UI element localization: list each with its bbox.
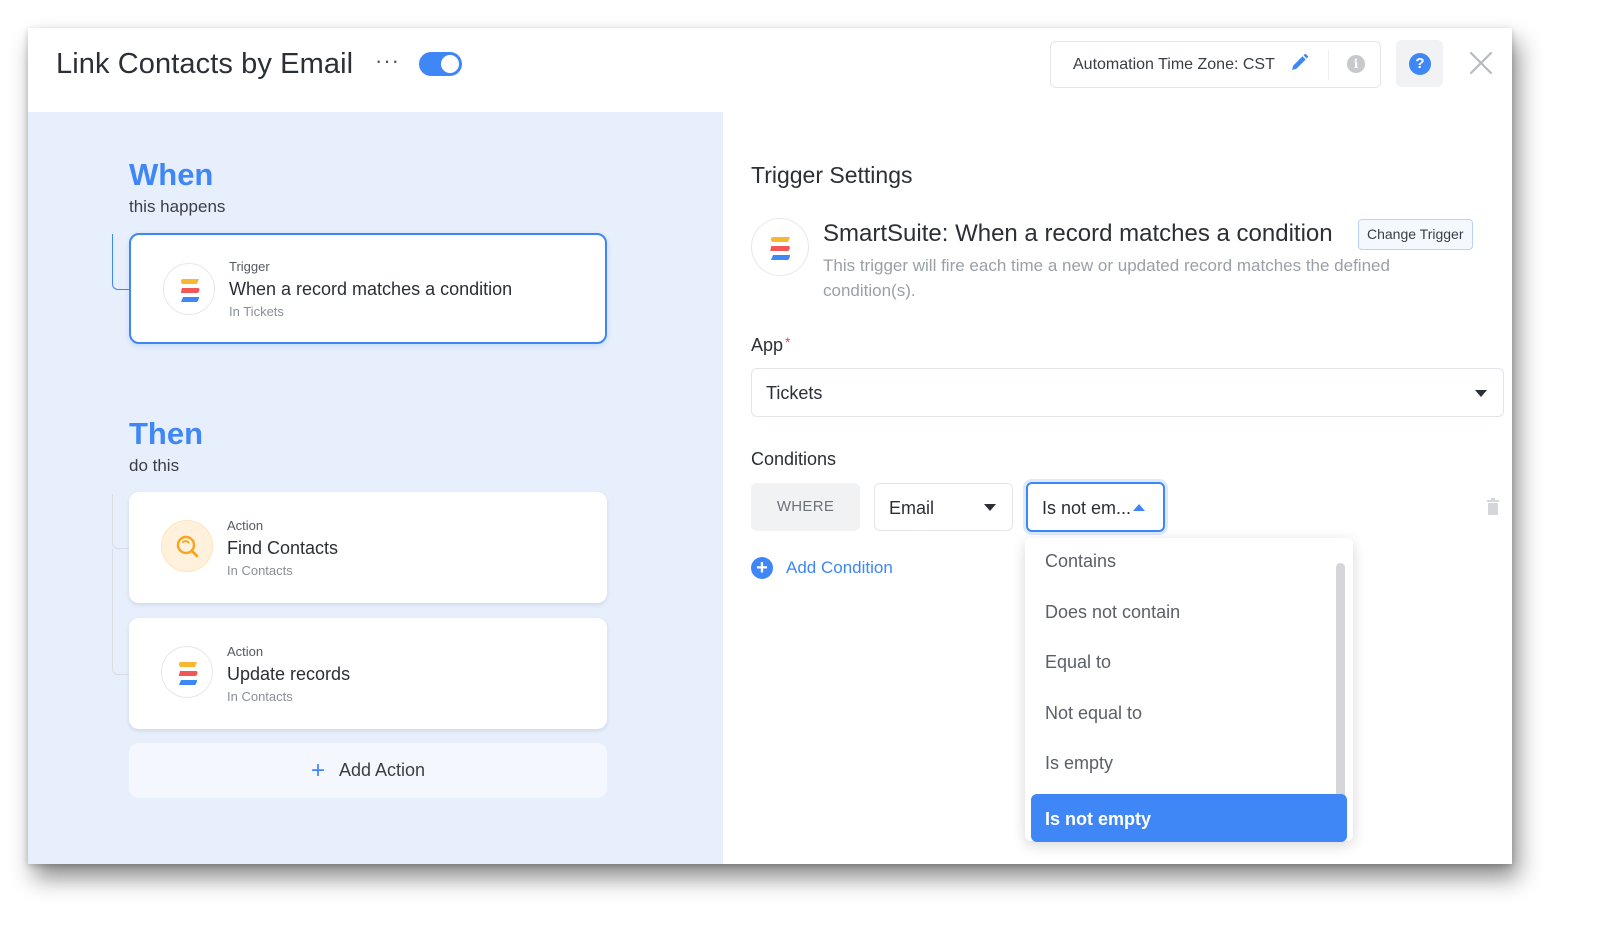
action-card[interactable]: Action Update records In Contacts bbox=[129, 618, 607, 729]
app-select-value: Tickets bbox=[766, 383, 823, 403]
plus-circle-icon: + bbox=[751, 557, 773, 579]
trigger-connector bbox=[112, 234, 130, 290]
divider bbox=[1328, 50, 1329, 80]
action-connector bbox=[112, 549, 130, 675]
card-name: Update records bbox=[227, 664, 351, 684]
dropdown-option-equal-to[interactable]: Equal to bbox=[1031, 642, 1347, 690]
info-icon[interactable]: i bbox=[1347, 55, 1365, 73]
add-condition-label: Add Condition bbox=[786, 558, 893, 577]
dropdown-option-is-empty[interactable]: Is empty bbox=[1031, 743, 1347, 791]
timezone-label: Automation Time Zone: CST bbox=[1073, 56, 1275, 73]
automation-enabled-toggle[interactable] bbox=[419, 52, 462, 76]
condition-field-select[interactable]: Email bbox=[874, 483, 1013, 531]
dropdown-option-not-equal-to[interactable]: Not equal to bbox=[1031, 693, 1347, 741]
card-location: In Contacts bbox=[227, 563, 293, 578]
smartsuite-logo-icon bbox=[161, 646, 213, 698]
trigger-headline: SmartSuite: When a record matches a cond… bbox=[823, 220, 1333, 248]
card-kind: Action bbox=[227, 644, 264, 659]
smartsuite-logo-icon bbox=[163, 263, 215, 315]
required-mark: * bbox=[785, 334, 791, 350]
automation-window: Link Contacts by Email ··· Automation Ti… bbox=[28, 28, 1512, 864]
dropdown-option-is-not-empty[interactable]: Is not empty bbox=[1031, 794, 1347, 842]
smartsuite-logo-icon bbox=[751, 218, 809, 276]
dropdown-option-contains[interactable]: Contains bbox=[1031, 541, 1347, 589]
pencil-icon[interactable] bbox=[1289, 53, 1309, 73]
condition-field-value: Email bbox=[889, 498, 935, 518]
app-label-text: App bbox=[751, 335, 784, 355]
when-heading: When bbox=[129, 157, 214, 192]
conditions-label: Conditions bbox=[751, 449, 837, 469]
add-action-button[interactable]: + Add Action bbox=[129, 743, 607, 798]
toggle-knob bbox=[441, 55, 459, 73]
condition-operator-value: Is not em... bbox=[1042, 498, 1132, 518]
card-name: Find Contacts bbox=[227, 538, 339, 558]
condition-operator-select[interactable]: Is not em... bbox=[1026, 482, 1165, 532]
add-action-label: Add Action bbox=[338, 760, 426, 780]
trigger-name: When a record matches a condition bbox=[955, 220, 1333, 247]
plus-icon: + bbox=[310, 757, 325, 784]
app-select[interactable]: Tickets bbox=[751, 368, 1504, 417]
action-connector bbox=[112, 494, 130, 549]
then-heading: Then bbox=[129, 416, 204, 451]
card-name: When a record matches a condition bbox=[229, 279, 513, 299]
change-trigger-button[interactable]: Change Trigger bbox=[1358, 219, 1473, 250]
trigger-brand: SmartSuite: bbox=[823, 220, 949, 247]
automation-title[interactable]: Link Contacts by Email bbox=[56, 48, 353, 81]
close-icon[interactable] bbox=[1468, 50, 1494, 76]
trash-icon[interactable] bbox=[1486, 498, 1500, 515]
ellipsis-icon[interactable]: ··· bbox=[375, 48, 400, 74]
search-icon bbox=[161, 520, 213, 572]
then-subheading: do this bbox=[129, 456, 180, 475]
trigger-settings-title: Trigger Settings bbox=[751, 162, 913, 188]
trigger-description: This trigger will fire each time a new o… bbox=[823, 256, 1390, 300]
dropdown-option-does-not-contain[interactable]: Does not contain bbox=[1031, 592, 1347, 640]
trigger-card[interactable]: Trigger When a record matches a conditio… bbox=[129, 233, 607, 344]
action-card[interactable]: Action Find Contacts In Contacts bbox=[129, 492, 607, 603]
chevron-down-icon bbox=[984, 504, 996, 511]
operator-dropdown-menu: Contains Does not contain Equal to Not e… bbox=[1025, 538, 1353, 842]
card-location: In Tickets bbox=[229, 304, 284, 319]
timezone-box: Automation Time Zone: CST i bbox=[1050, 41, 1381, 88]
header: Link Contacts by Email ··· Automation Ti… bbox=[28, 28, 1512, 112]
workflow-panel: When this happens Trigger When a record … bbox=[28, 112, 723, 864]
help-button[interactable]: ? bbox=[1396, 40, 1443, 87]
chevron-up-icon bbox=[1133, 504, 1145, 511]
where-label: WHERE bbox=[751, 483, 860, 531]
when-subheading: this happens bbox=[129, 197, 226, 216]
chevron-down-icon bbox=[1475, 390, 1487, 397]
card-location: In Contacts bbox=[227, 689, 293, 704]
card-kind: Trigger bbox=[229, 259, 270, 274]
question-icon: ? bbox=[1409, 53, 1431, 75]
app-label: App * bbox=[751, 334, 790, 356]
card-kind: Action bbox=[227, 518, 264, 533]
